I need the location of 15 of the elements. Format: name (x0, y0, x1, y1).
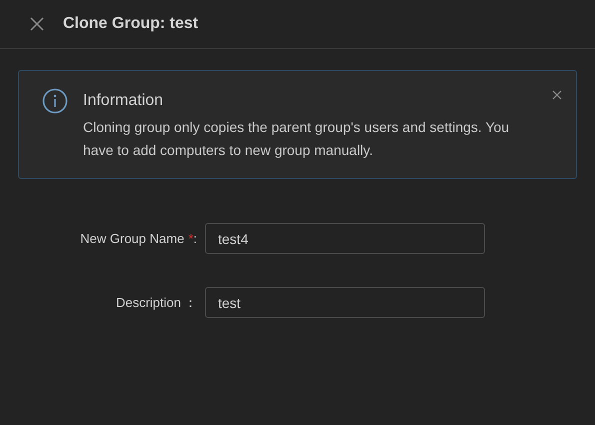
dialog-title: Clone Group: test (63, 14, 198, 34)
alert-title: Information (83, 91, 164, 111)
field-label: New Group Name (80, 230, 184, 248)
text-field[interactable]: test (205, 287, 485, 318)
required-mark: * (188, 230, 194, 248)
close-button[interactable] (28, 15, 46, 33)
close-icon (30, 17, 44, 31)
text-field[interactable]: test4 (205, 223, 485, 254)
alert-message: Cloning group only copies the parent group's users and settings. You have to add computers to new group manually. (83, 118, 510, 160)
label-colon: ： (184, 294, 197, 312)
close-button[interactable] (552, 89, 564, 101)
field-label: Description (116, 294, 181, 312)
close-icon (552, 90, 562, 100)
label-colon: : (193, 230, 197, 248)
info-icon (42, 88, 68, 114)
